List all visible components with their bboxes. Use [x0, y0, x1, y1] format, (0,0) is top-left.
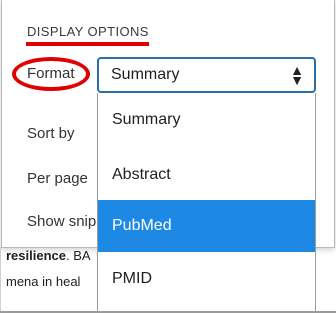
- format-option-abstract[interactable]: Abstract: [98, 149, 315, 201]
- sort-by-label: Sort by: [27, 125, 75, 142]
- format-dropdown-list: Summary Abstract PubMed PMID: [97, 93, 316, 312]
- per-page-label: Per page: [27, 170, 88, 187]
- format-option-pmid[interactable]: PMID: [98, 253, 315, 305]
- background-text-line-2: mena in heal: [6, 274, 81, 289]
- format-option-pubmed[interactable]: PubMed: [98, 200, 315, 252]
- display-options-heading: DISPLAY OPTIONS: [27, 24, 149, 39]
- format-label: Format: [27, 65, 75, 82]
- format-select[interactable]: Summary ▲ ▼: [97, 57, 316, 93]
- show-snippets-label: Show snip: [27, 213, 97, 230]
- background-text-line-1: resilience. BA: [6, 248, 91, 263]
- select-up-down-icon: ▲ ▼: [290, 62, 304, 88]
- content-border: [0, 247, 1, 313]
- format-select-value: Summary: [111, 66, 180, 83]
- format-option-summary[interactable]: Summary: [98, 94, 315, 146]
- heading-underline-annotation: [26, 42, 149, 46]
